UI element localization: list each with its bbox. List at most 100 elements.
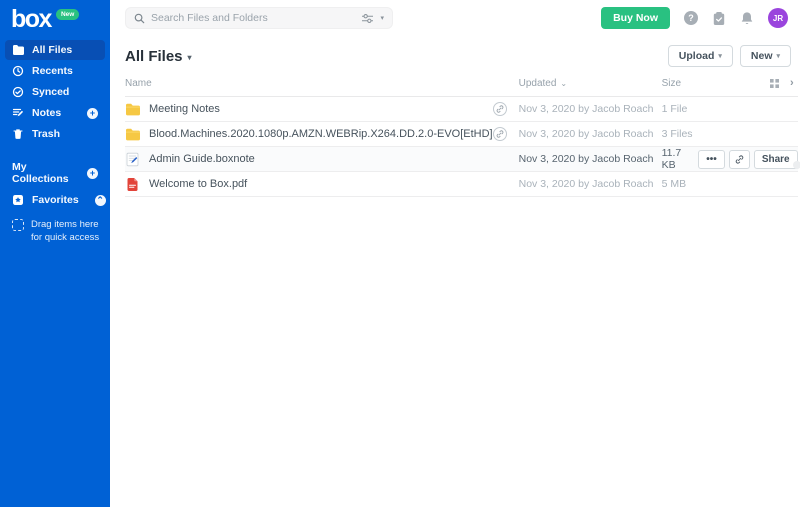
drag-drop-hint: Drag items here for quick access [12,218,100,244]
table-row[interactable]: Blood.Machines.2020.1080p.AMZN.WEBRip.X2… [125,122,798,147]
file-name: Admin Guide.boxnote [149,153,255,165]
sidebar: box New All Files Recents Synced Notes +… [0,0,110,507]
size-cell: 1 File [661,103,688,115]
tasks-clipboard-icon[interactable] [712,11,726,26]
shared-link-cell [492,127,519,141]
new-button[interactable]: New ▾ [739,45,791,67]
sidebar-item-label: Notes [32,107,62,119]
size-cell: 3 Files [661,128,693,140]
column-name[interactable]: Name [125,78,493,89]
help-icon[interactable]: ? [684,11,698,25]
avatar[interactable]: JR [768,8,788,28]
file-name-cell[interactable]: Meeting Notes [125,102,493,117]
drag-hint-label: Drag items here for quick access [31,219,100,243]
content-body: Name Updated ⌄ Size › Meeting Notes Nov … [110,74,800,507]
upload-button-label: Upload [678,50,715,62]
updated-cell: Nov 3, 2020 by Jacob Roach [518,178,654,190]
decorative-dot [793,161,800,169]
row-actions: ••• Share [698,149,798,169]
size-cell: 11.7 KB ••• Share [662,147,798,171]
table-row[interactable]: Admin Guide.boxnote Nov 3, 2020 by Jacob… [125,147,798,172]
page-title-label: All Files [125,47,183,65]
file-name-cell[interactable]: Blood.Machines.2020.1080p.AMZN.WEBRip.X2… [125,127,493,142]
updated-cell: Nov 3, 2020 by Jacob Roach [518,128,654,140]
column-updated-label: Updated [518,78,557,89]
file-name-cell[interactable]: Welcome to Box.pdf [125,177,493,192]
column-updated[interactable]: Updated ⌄ [519,78,662,89]
file-name: Meeting Notes [149,103,220,115]
shared-link-icon[interactable] [492,102,507,116]
pdf-file-icon [127,177,138,191]
logo-row: box New [0,0,110,37]
sidebar-item-label: Trash [32,128,61,140]
sidebar-item-label: Synced [32,86,70,98]
add-collection-button[interactable]: + [87,167,98,179]
file-list: Name Updated ⌄ Size › Meeting Notes Nov … [110,74,798,507]
new-badge: New [55,9,80,20]
box-logo[interactable]: box [11,7,52,32]
sync-check-icon [12,86,24,98]
copy-link-button[interactable] [728,149,750,169]
topbar-right: Buy Now ? JR [601,7,788,29]
updated-cell: Nov 3, 2020 by Jacob Roach [518,103,654,115]
new-button-label: New [750,50,773,62]
sort-descending-icon: ⌄ [560,79,568,88]
sidebar-item-trash[interactable]: Trash [5,124,105,144]
search-bar[interactable]: ▾ [125,7,393,29]
upload-button[interactable]: Upload ▾ [667,45,733,67]
page-title[interactable]: All Files ▾ [125,48,192,65]
sidebar-item-label: Recents [32,65,73,77]
grid-view-icon[interactable] [769,79,779,88]
topbar: ▾ Buy Now ? JR [110,0,800,36]
updated-cell: Nov 3, 2020 by Jacob Roach [518,153,654,165]
file-name: Blood.Machines.2020.1080p.AMZN.WEBRip.X2… [149,128,493,140]
sidebar-item-recents[interactable]: Recents [5,61,105,81]
drag-target-icon [12,219,24,231]
file-size: 11.7 KB [661,147,682,171]
sidebar-item-synced[interactable]: Synced [5,82,105,102]
sidebar-item-all-files[interactable]: All Files [5,40,105,60]
content-header: All Files ▾ Upload ▾ New ▾ [110,36,800,74]
folder-icon [126,103,140,115]
sidebar-item-favorites[interactable]: Favorites ⌃ [5,190,106,210]
search-filter-caret-icon[interactable]: ▾ [380,14,384,22]
search-input[interactable] [151,12,356,24]
add-note-button[interactable]: + [87,107,98,119]
link-icon [735,154,744,164]
folder-icon [13,45,24,55]
size-cell: 5 MB [661,178,687,190]
sidebar-item-my-collections[interactable]: My Collections + [5,157,105,189]
sidebar-nav: All Files Recents Synced Notes + Trash M… [0,40,110,244]
column-size[interactable]: Size [662,78,732,89]
header-tools: › [732,78,798,89]
file-name-cell[interactable]: Admin Guide.boxnote [125,152,493,167]
header-actions: Upload ▾ New ▾ [667,45,791,67]
chevron-down-icon: ▾ [776,53,780,60]
shared-link-icon[interactable] [492,127,507,141]
buy-now-button[interactable]: Buy Now [601,7,670,29]
chevron-down-icon: ▾ [718,53,722,60]
table-row[interactable]: Meeting Notes Nov 3, 2020 by Jacob Roach… [125,97,798,122]
trash-icon [13,129,23,139]
file-name: Welcome to Box.pdf [149,178,248,190]
title-caret-icon[interactable]: ▾ [188,53,192,62]
table-header: Name Updated ⌄ Size › [125,74,798,97]
section-label: My Collections [12,161,69,185]
section-label: Favorites [32,194,79,206]
sidebar-sections: My Collections + Favorites ⌃ Drag items … [0,157,110,244]
notes-icon [12,108,24,117]
folder-icon [126,128,140,140]
table-row[interactable]: Welcome to Box.pdf Nov 3, 2020 by Jacob … [125,172,798,197]
share-button[interactable]: Share [753,149,798,169]
sidebar-item-notes[interactable]: Notes + [5,103,105,123]
favorites-icon [13,195,23,205]
sidebar-item-label: All Files [32,44,73,56]
more-options-button[interactable]: ••• [698,149,725,169]
shared-link-cell [492,102,519,116]
chevron-right-icon[interactable]: › [790,78,794,89]
collapse-favorites-button[interactable]: ⌃ [94,194,106,206]
main-area: ▾ Buy Now ? JR All Files ▾ Upload ▾ New … [110,0,800,507]
filter-sliders-icon[interactable] [361,13,374,24]
clock-icon [12,65,24,77]
notifications-bell-icon[interactable] [740,11,754,26]
